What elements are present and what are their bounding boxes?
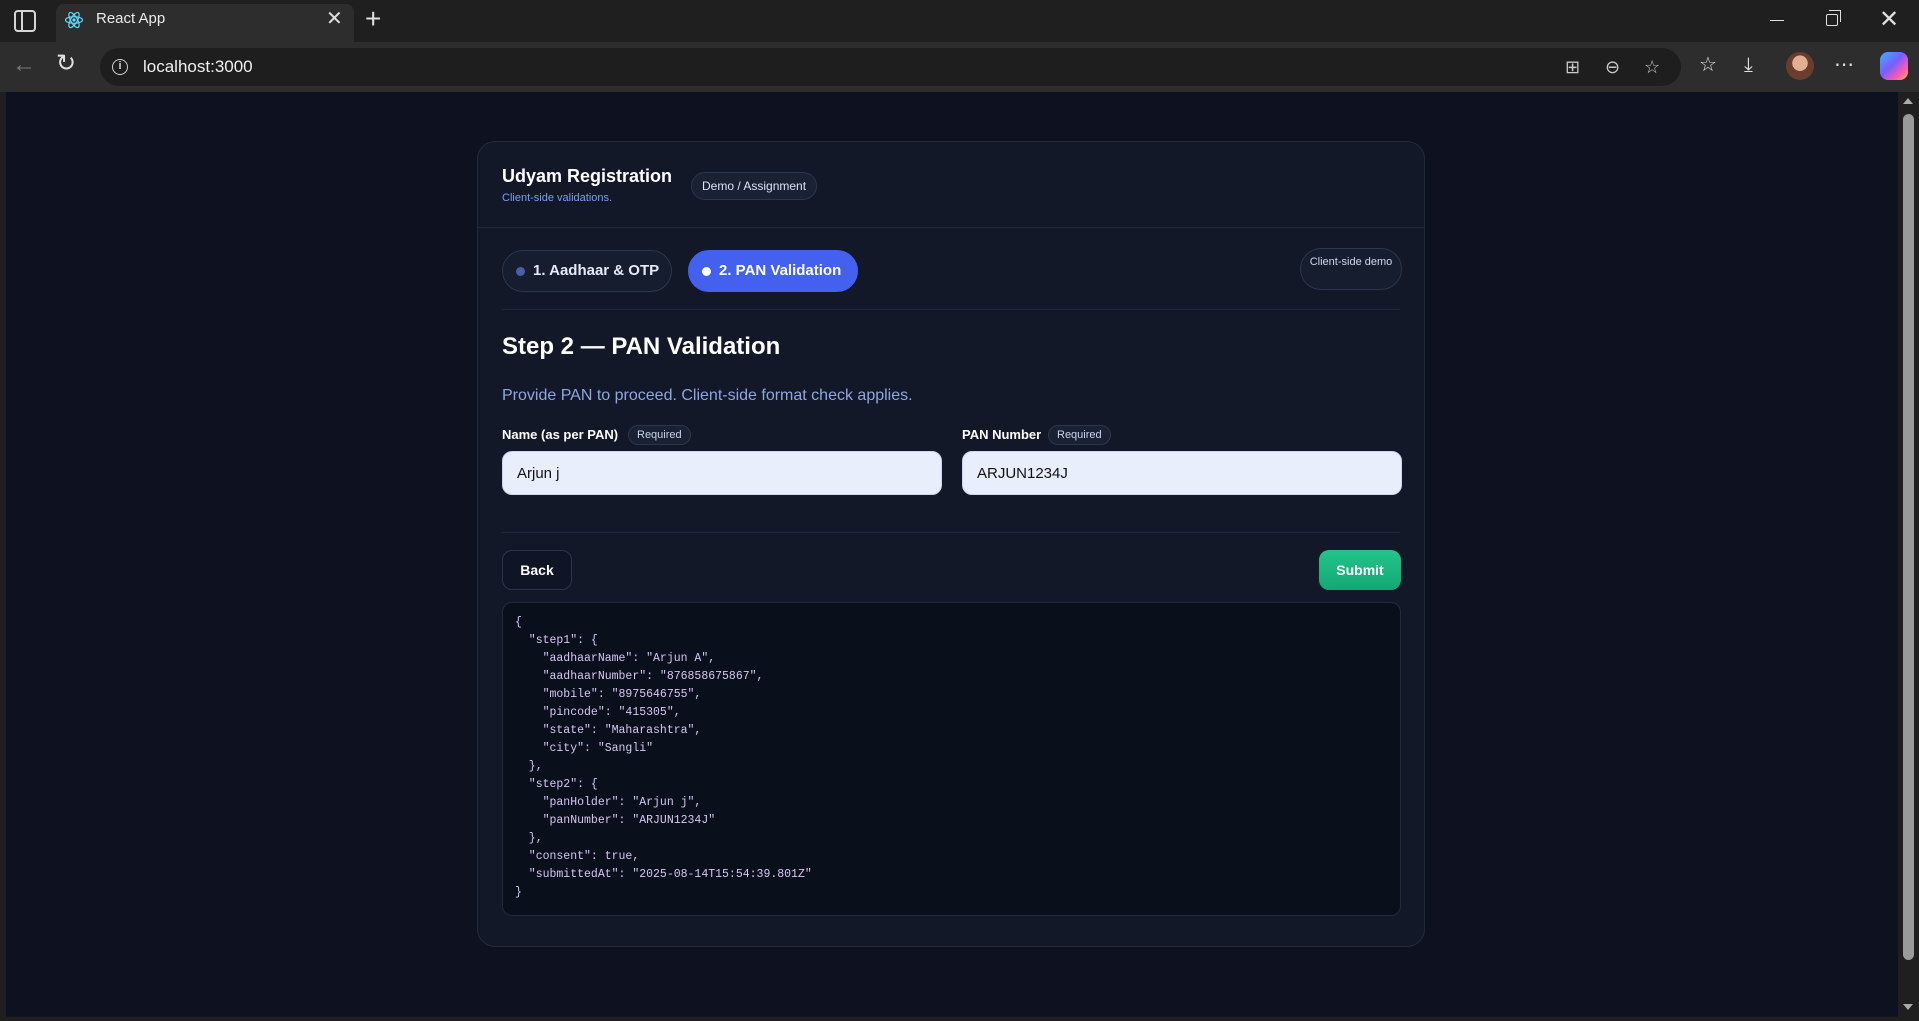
- pan-number-input[interactable]: [962, 451, 1402, 495]
- scroll-thumb[interactable]: [1903, 114, 1914, 960]
- restore-icon[interactable]: [1826, 10, 1841, 26]
- required-badge: Required: [628, 425, 691, 445]
- tab-label: 1. Aadhaar & OTP: [533, 262, 660, 279]
- json-output: { "step1": { "aadhaarName": "Arjun A", "…: [515, 616, 812, 899]
- download-icon[interactable]: ⤓: [1744, 52, 1753, 78]
- submit-button[interactable]: Submit: [1319, 550, 1401, 590]
- scroll-down-icon[interactable]: [1903, 1004, 1913, 1010]
- card-header: Udyam Registration Client-side validatio…: [478, 142, 1424, 228]
- step-heading: Step 2 — PAN Validation: [502, 333, 781, 360]
- tab-close-icon[interactable]: ✕: [326, 7, 343, 31]
- pan-number-label: PAN Number: [962, 427, 1042, 442]
- step-description: Provide PAN to proceed. Client-side form…: [502, 387, 913, 404]
- app-subtitle: Client-side validations.: [502, 192, 613, 204]
- window-close-icon[interactable]: ✕: [1879, 6, 1899, 34]
- reload-icon[interactable]: ↻: [56, 51, 76, 77]
- minimize-icon[interactable]: [1770, 20, 1784, 21]
- address-bar[interactable]: i localhost:3000 ⊞ ⊖ ☆: [100, 48, 1681, 86]
- new-tab-icon[interactable]: +: [365, 5, 381, 33]
- sidebar-toggle-icon[interactable]: [14, 10, 36, 32]
- step-dot-icon: [702, 267, 711, 276]
- favorites-icon[interactable]: ☆: [1699, 52, 1717, 78]
- step-dot-icon: [516, 267, 525, 276]
- site-info-icon[interactable]: i: [112, 59, 128, 75]
- json-output-panel: { "step1": { "aadhaarName": "Arjun A", "…: [502, 602, 1401, 916]
- browser-tab-strip: React App ✕ + ✕: [0, 0, 1919, 42]
- profile-avatar[interactable]: [1786, 52, 1814, 80]
- scroll-up-icon[interactable]: [1903, 98, 1913, 104]
- copilot-icon[interactable]: [1880, 52, 1908, 80]
- scrollbar[interactable]: [1898, 92, 1919, 1017]
- tab-pan-validation[interactable]: 2. PAN Validation: [688, 250, 858, 292]
- mode-badge: Client-side demo: [1300, 248, 1402, 290]
- more-options-icon[interactable]: ⋯: [1834, 52, 1854, 78]
- demo-badge: Demo / Assignment: [691, 172, 818, 200]
- zoom-icon[interactable]: ⊖: [1605, 57, 1620, 77]
- react-logo-icon: [64, 11, 84, 29]
- required-badge: Required: [1048, 425, 1111, 445]
- tab-label: 2. PAN Validation: [719, 262, 842, 279]
- tab-aadhaar-otp[interactable]: 1. Aadhaar & OTP: [502, 250, 672, 292]
- favorite-star-icon[interactable]: ☆: [1644, 57, 1660, 77]
- registration-card: Udyam Registration Client-side validatio…: [477, 141, 1425, 947]
- divider: [502, 309, 1400, 310]
- browser-toolbar: ← ↻ i localhost:3000 ⊞ ⊖ ☆ ☆ ⤓ ⋯: [0, 42, 1919, 92]
- tab-title: React App: [96, 10, 166, 27]
- divider: [502, 532, 1400, 533]
- url-text[interactable]: localhost:3000: [143, 57, 253, 77]
- name-field-label: Name (as per PAN): [502, 427, 619, 442]
- back-arrow-icon[interactable]: ←: [12, 52, 36, 78]
- app-title: Udyam Registration: [502, 166, 673, 186]
- pan-name-input[interactable]: [502, 451, 942, 495]
- back-button[interactable]: Back: [502, 550, 572, 590]
- app-available-icon[interactable]: ⊞: [1565, 57, 1580, 77]
